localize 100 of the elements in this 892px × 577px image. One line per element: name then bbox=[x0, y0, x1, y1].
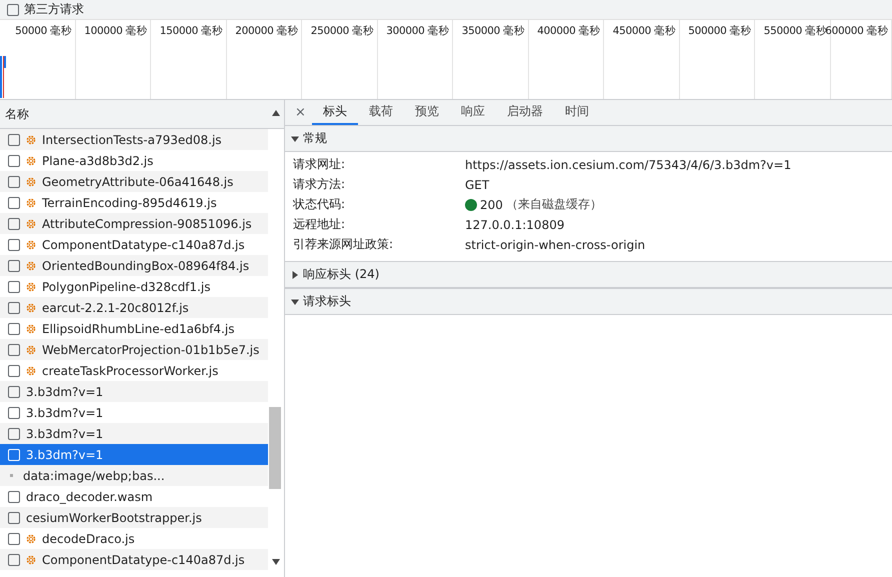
row-checkbox[interactable] bbox=[8, 218, 20, 230]
request-name: EllipsoidRhumbLine-ed1a6bf4.js bbox=[42, 322, 234, 336]
request-name: Plane-a3d8b3d2.js bbox=[42, 154, 154, 168]
section-title: 响应标头 (24) bbox=[303, 266, 380, 283]
request-name: cesiumWorkerBootstrapper.js bbox=[26, 510, 202, 524]
time-tick-label: 400000 毫秒 bbox=[537, 24, 600, 38]
gear-icon bbox=[26, 534, 36, 544]
request-row[interactable]: data:image/webp;bas... bbox=[0, 465, 268, 486]
time-tick-label: 300000 毫秒 bbox=[386, 24, 449, 38]
waterfall-bars-drawing bbox=[0, 56, 7, 98]
gear-icon bbox=[26, 344, 36, 354]
row-checkbox[interactable] bbox=[8, 238, 20, 250]
row-checkbox[interactable] bbox=[8, 490, 20, 502]
time-tick-label: 200000 毫秒 bbox=[235, 24, 298, 38]
row-checkbox[interactable] bbox=[8, 322, 20, 334]
time-tick-label: 500000 毫秒 bbox=[688, 24, 751, 38]
row-checkbox[interactable] bbox=[8, 428, 20, 440]
close-button[interactable]: × bbox=[289, 100, 312, 125]
details-tab[interactable]: 时间 bbox=[554, 100, 600, 125]
gear-icon bbox=[26, 554, 36, 564]
field-label: 远程地址: bbox=[293, 216, 346, 233]
request-row[interactable]: OrientedBoundingBox-08964f84.js bbox=[0, 255, 268, 276]
details-tab[interactable]: 载荷 bbox=[358, 100, 404, 125]
gear-icon bbox=[26, 366, 36, 376]
gear-icon bbox=[26, 302, 36, 312]
row-checkbox[interactable] bbox=[8, 196, 20, 208]
field-value: https://assets.ion.cesium.com/75343/4/6/3.b3dm?v=1 bbox=[465, 158, 792, 172]
request-name: 3.b3dm?v=1 bbox=[26, 426, 104, 440]
sort-up-icon[interactable] bbox=[272, 110, 280, 116]
request-name: PolygonPipeline-d328cdf1.js bbox=[42, 280, 210, 294]
gear-icon bbox=[26, 282, 36, 292]
request-row[interactable]: earcut-2.2.1-20c8012f.js bbox=[0, 297, 268, 318]
gear-icon bbox=[26, 156, 36, 166]
details-tab[interactable]: 响应 bbox=[450, 100, 496, 125]
row-checkbox[interactable] bbox=[8, 344, 20, 356]
row-checkbox[interactable] bbox=[8, 554, 20, 566]
request-name: TerrainEncoding-895d4619.js bbox=[42, 196, 217, 210]
request-name: GeometryAttribute-06a41648.js bbox=[42, 174, 234, 188]
request-row[interactable]: 3.b3dm?v=1 bbox=[0, 444, 268, 465]
time-tick-label: 550000 毫秒 bbox=[764, 24, 826, 38]
request-name: decodeDraco.js bbox=[42, 532, 135, 546]
caret-icon bbox=[291, 298, 299, 306]
request-name: createTaskProcessorWorker.js bbox=[42, 364, 218, 378]
section-title: 请求标头 bbox=[303, 293, 351, 310]
row-checkbox[interactable] bbox=[8, 302, 20, 314]
field-label: 引荐来源网址政策: bbox=[293, 236, 394, 253]
details-tab[interactable]: 启动器 bbox=[496, 100, 554, 125]
gear-icon bbox=[26, 218, 36, 228]
caret-icon bbox=[291, 270, 299, 278]
row-checkbox[interactable] bbox=[8, 176, 20, 188]
request-row[interactable]: 3.b3dm?v=1 bbox=[0, 381, 268, 402]
request-row[interactable]: AttributeCompression-90851096.js bbox=[0, 213, 268, 234]
row-checkbox[interactable] bbox=[8, 364, 20, 376]
cache-note: （来自磁盘缓存） bbox=[506, 196, 602, 213]
status-dot-icon bbox=[465, 198, 477, 210]
time-tick-label: 350000 毫秒 bbox=[462, 24, 524, 38]
details-tab[interactable]: 预览 bbox=[404, 100, 450, 125]
third-party-checkbox[interactable] bbox=[7, 4, 19, 16]
request-name: ComponentDatatype-c140a87d.js bbox=[42, 552, 245, 566]
field-value: strict-origin-when-cross-origin bbox=[465, 238, 646, 252]
third-party-label: 第三方请求 bbox=[24, 1, 84, 18]
scroll-down-icon[interactable] bbox=[272, 559, 280, 565]
section-header[interactable]: 响应标头 (24) bbox=[285, 261, 892, 288]
section-header[interactable]: 请求标头 bbox=[285, 288, 892, 315]
section-header[interactable]: 常规 bbox=[285, 126, 892, 152]
request-row[interactable]: GeometryAttribute-06a41648.js bbox=[0, 171, 268, 192]
request-row[interactable]: WebMercatorProjection-01b1b5e7.js bbox=[0, 339, 268, 360]
request-row[interactable]: ComponentDatatype-c140a87d.js bbox=[0, 549, 268, 570]
row-checkbox[interactable] bbox=[8, 406, 20, 418]
field-label: 请求方法: bbox=[293, 176, 346, 193]
gear-icon bbox=[26, 198, 36, 208]
request-name: 3.b3dm?v=1 bbox=[26, 448, 104, 462]
time-tick-label: 250000 毫秒 bbox=[310, 24, 374, 38]
image-icon bbox=[10, 474, 13, 477]
caret-icon bbox=[291, 134, 299, 142]
gear-icon bbox=[26, 134, 36, 144]
request-row[interactable]: IntersectionTests-a793ed08.js bbox=[0, 129, 268, 150]
time-tick-label: 600000 毫秒 bbox=[825, 24, 888, 38]
row-checkbox[interactable] bbox=[8, 532, 20, 544]
row-checkbox[interactable] bbox=[8, 134, 20, 146]
request-name: earcut-2.2.1-20c8012f.js bbox=[42, 300, 189, 314]
row-checkbox[interactable] bbox=[8, 386, 20, 398]
field-label: 状态代码: bbox=[293, 196, 346, 213]
row-checkbox[interactable] bbox=[8, 154, 20, 166]
request-name: 3.b3dm?v=1 bbox=[26, 384, 104, 398]
gear-icon bbox=[26, 260, 36, 270]
gear-icon bbox=[26, 324, 36, 334]
request-row[interactable]: cesiumWorkerBootstrapper.js bbox=[0, 507, 268, 528]
row-checkbox[interactable] bbox=[8, 280, 20, 292]
time-tick-label: 50000 毫秒 bbox=[15, 24, 72, 38]
request-name: draco_decoder.wasm bbox=[26, 490, 153, 504]
request-row[interactable]: 3.b3dm?v=1 bbox=[0, 423, 268, 444]
row-checkbox[interactable] bbox=[8, 512, 20, 524]
request-name: ComponentDatatype-c140a87d.js bbox=[42, 238, 245, 252]
request-name: OrientedBoundingBox-08964f84.js bbox=[42, 258, 250, 272]
name-column-header[interactable]: 名称 bbox=[5, 106, 29, 122]
request-name: data:image/webp;bas... bbox=[23, 468, 165, 482]
time-tick-label: 450000 毫秒 bbox=[612, 24, 676, 38]
scrollbar-thumb[interactable] bbox=[269, 407, 281, 489]
row-checkbox[interactable] bbox=[8, 260, 20, 272]
